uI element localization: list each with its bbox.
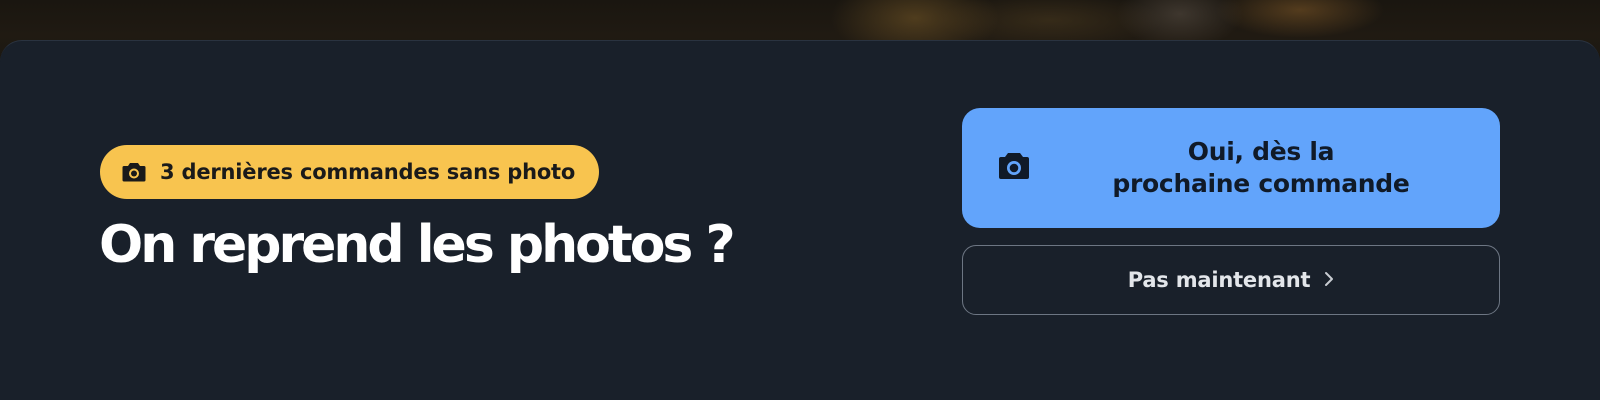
not-now-button[interactable]: Pas maintenant: [962, 245, 1500, 315]
chevron-right-icon: [1324, 268, 1334, 292]
badge-text: 3 dernières commandes sans photo: [160, 160, 576, 184]
page-title: On reprend les photos ?: [99, 215, 736, 275]
accept-photos-button[interactable]: Oui, dès la prochaine commande: [962, 108, 1500, 228]
not-now-label: Pas maintenant: [1127, 268, 1311, 292]
status-badge: 3 dernières commandes sans photo: [100, 145, 600, 199]
camera-icon: [122, 162, 146, 182]
accept-photos-label: Oui, dès la prochaine commande: [1112, 137, 1410, 198]
prompt-sheet: 3 dernières commandes sans photo On repr…: [0, 40, 1600, 400]
